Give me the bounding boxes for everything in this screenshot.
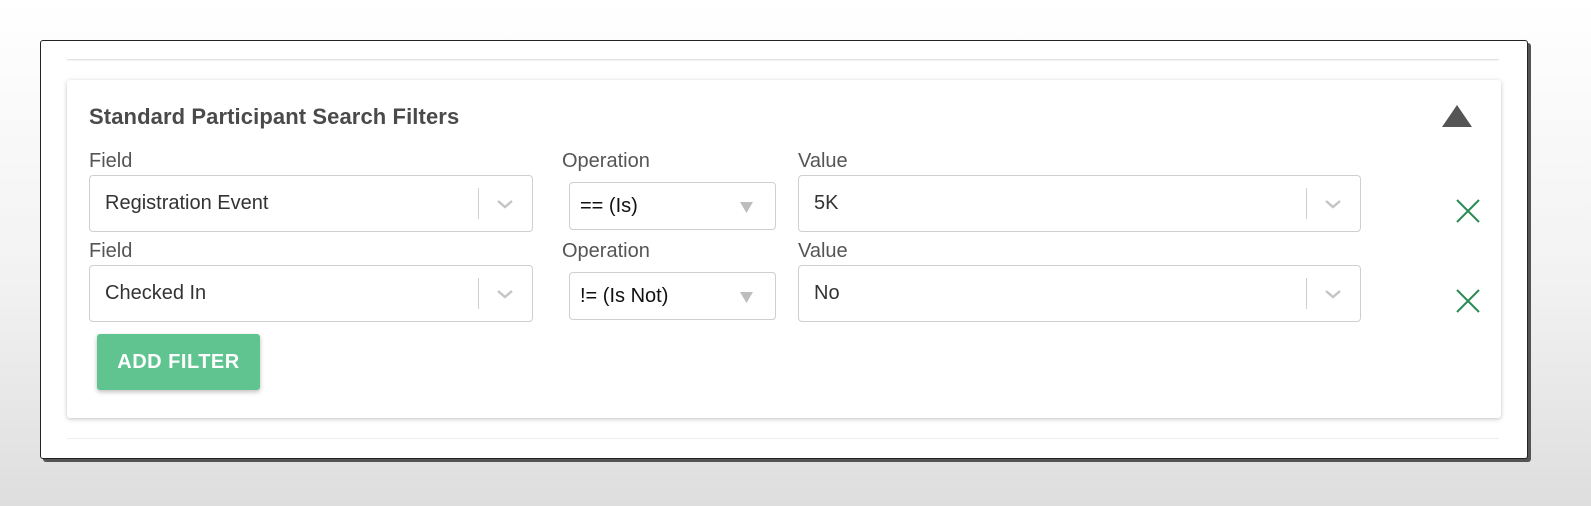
- value-label: Value: [798, 240, 848, 262]
- field-label: Field: [89, 150, 133, 172]
- chevron-down-icon[interactable]: [1322, 194, 1344, 214]
- chevron-down-icon[interactable]: [494, 194, 516, 214]
- select-separator: [478, 188, 479, 219]
- operation-label: Operation: [562, 240, 650, 262]
- bottom-divider: [67, 438, 1499, 439]
- field-label: Field: [89, 240, 133, 262]
- value-select[interactable]: No: [798, 265, 1361, 322]
- operation-label: Operation: [562, 150, 650, 172]
- filter-panel: Standard Participant Search Filters Fiel…: [67, 80, 1501, 418]
- field-select-value: Checked In: [105, 282, 207, 304]
- top-divider: [67, 59, 1499, 60]
- remove-filter-icon[interactable]: [1455, 198, 1481, 224]
- add-filter-button[interactable]: ADD FILTER: [97, 334, 260, 390]
- value-select-value: 5K: [814, 192, 839, 214]
- collapse-toggle[interactable]: [1441, 104, 1473, 128]
- operation-select-value: != (Is Not): [580, 285, 669, 307]
- value-select[interactable]: 5K: [798, 175, 1361, 232]
- value-select-value: No: [814, 282, 840, 304]
- value-label: Value: [798, 150, 848, 172]
- operation-select[interactable]: != (Is Not): [569, 272, 776, 320]
- chevron-down-icon[interactable]: [1322, 284, 1344, 304]
- operation-select-value: == (Is): [580, 195, 638, 217]
- triangle-up-icon: [1442, 105, 1472, 127]
- select-separator: [478, 278, 479, 309]
- operation-select[interactable]: == (Is): [569, 182, 776, 230]
- chevron-down-icon[interactable]: [494, 284, 516, 304]
- field-select[interactable]: Registration Event: [89, 175, 533, 232]
- field-select[interactable]: Checked In: [89, 265, 533, 322]
- remove-filter-icon[interactable]: [1455, 288, 1481, 314]
- field-select-value: Registration Event: [105, 192, 269, 214]
- caret-down-icon: [740, 202, 753, 213]
- caret-down-icon: [740, 292, 753, 303]
- filters-window: Standard Participant Search Filters Fiel…: [40, 40, 1528, 459]
- select-separator: [1306, 188, 1307, 219]
- panel-title: Standard Participant Search Filters: [89, 104, 460, 129]
- select-separator: [1306, 278, 1307, 309]
